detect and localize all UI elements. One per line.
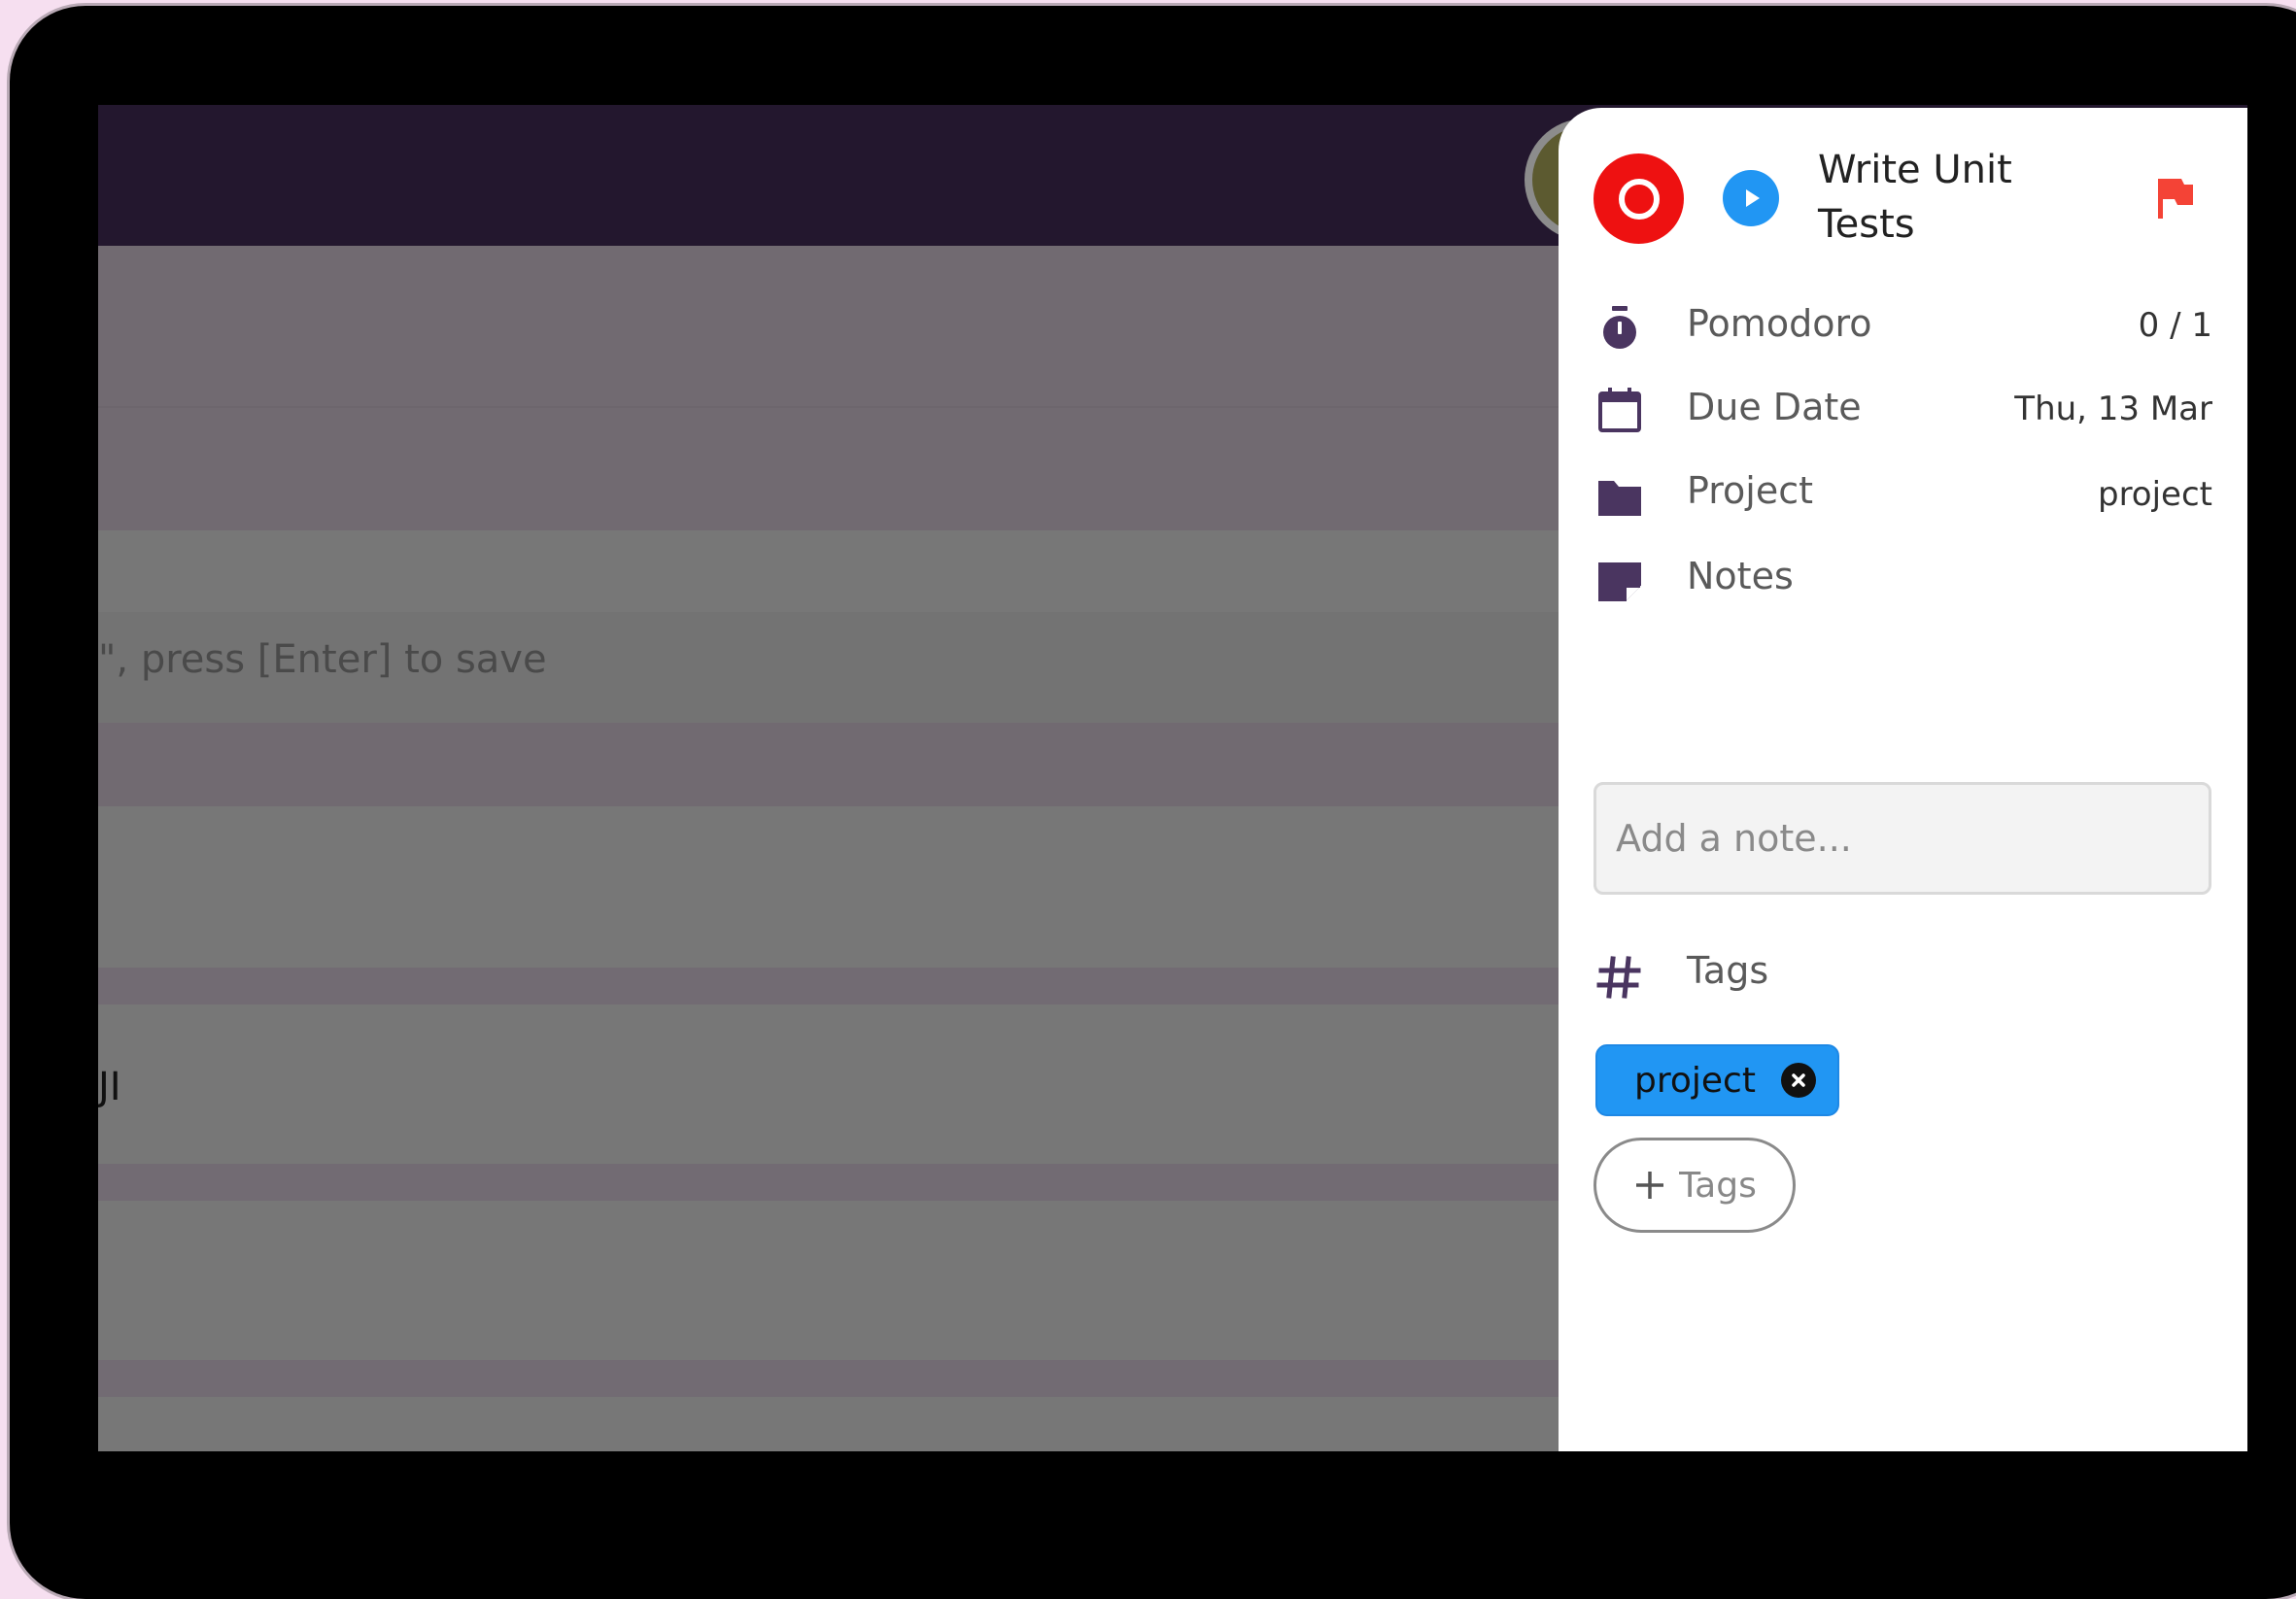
close-icon — [1792, 1073, 1805, 1087]
background-divider — [98, 1164, 1559, 1201]
background-band — [98, 723, 1559, 808]
pomodoro-label: Pomodoro — [1687, 302, 1872, 345]
pomodoro-count: 0 / 1 — [2138, 306, 2212, 345]
tag-chip-label: project — [1634, 1060, 1756, 1101]
tag-chip-project[interactable]: project — [1595, 1044, 1839, 1116]
plus-icon — [1636, 1172, 1664, 1199]
background-band — [98, 408, 1559, 530]
stop-timer-button[interactable] — [1593, 153, 1684, 244]
add-tag-label: Tags — [1679, 1165, 1757, 1206]
folder-icon — [1598, 481, 1641, 516]
flag-icon[interactable] — [2154, 176, 2197, 221]
device-frame: ", press [Enter] to save JI Write Unit T… — [10, 6, 2296, 1599]
notes-label: Notes — [1687, 555, 1794, 597]
add-tag-button[interactable]: Tags — [1593, 1138, 1796, 1233]
task-detail-panel: Write Unit Tests Pomodoro 0 / 1 Due Date — [1559, 108, 2247, 1451]
background-band — [98, 246, 1559, 406]
stopwatch-icon — [1603, 306, 1636, 349]
task-row-text: JI — [98, 1065, 121, 1109]
task-input-hint: ", press [Enter] to save — [98, 637, 547, 682]
remove-tag-icon[interactable] — [1780, 1063, 1816, 1098]
task-row[interactable] — [98, 1397, 1559, 1451]
task-row[interactable] — [98, 1201, 1559, 1360]
due-date-value[interactable]: Thu, 13 Mar — [2014, 390, 2212, 428]
project-value[interactable]: project — [2098, 475, 2212, 514]
note-icon — [1598, 562, 1641, 601]
background-divider — [98, 1360, 1559, 1397]
background-divider — [98, 968, 1559, 1004]
project-label: Project — [1687, 469, 1814, 512]
play-icon — [1746, 189, 1760, 207]
notes-input[interactable] — [1593, 782, 2211, 895]
stop-icon — [1618, 178, 1660, 220]
task-row[interactable] — [98, 806, 1559, 968]
task-title[interactable]: Write Unit Tests — [1818, 143, 2080, 252]
app-screen: ", press [Enter] to save JI Write Unit T… — [98, 105, 2247, 1451]
tags-label: Tags — [1687, 949, 1769, 992]
start-pomodoro-button[interactable] — [1723, 170, 1779, 226]
task-row[interactable] — [98, 1004, 1559, 1164]
due-date-label: Due Date — [1687, 386, 1862, 428]
hash-icon — [1596, 956, 1641, 999]
calendar-icon — [1598, 388, 1641, 432]
